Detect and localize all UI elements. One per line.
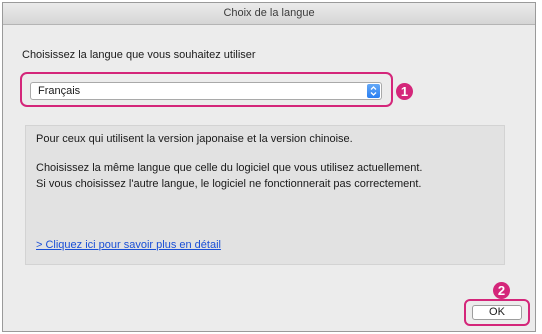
info-panel: Pour ceux qui utilisent la version japon… [25,125,505,265]
language-select[interactable]: Français [30,82,382,100]
dialog-title: Choix de la langue [3,3,535,25]
ok-button[interactable]: OK [472,305,522,320]
language-select-value: Français [38,85,81,97]
callout-badge-1: 1 [396,83,413,100]
info-text-2: Choisissez la même langue que celle du l… [36,162,423,174]
up-down-chevron-icon[interactable] [367,84,380,98]
prompt-label: Choisissez la langue que vous souhaitez … [22,49,256,61]
details-link[interactable]: > Cliquez ici pour savoir plus en détail [36,239,221,251]
callout-frame-select: Français [20,72,393,107]
callout-frame-ok: OK [464,299,530,326]
info-text-3: Si vous choisissez l'autre langue, le lo… [36,178,422,190]
callout-badge-2: 2 [493,282,510,299]
language-dialog: Choix de la langue Choisissez la langue … [2,2,536,332]
info-text-1: Pour ceux qui utilisent la version japon… [36,133,353,145]
